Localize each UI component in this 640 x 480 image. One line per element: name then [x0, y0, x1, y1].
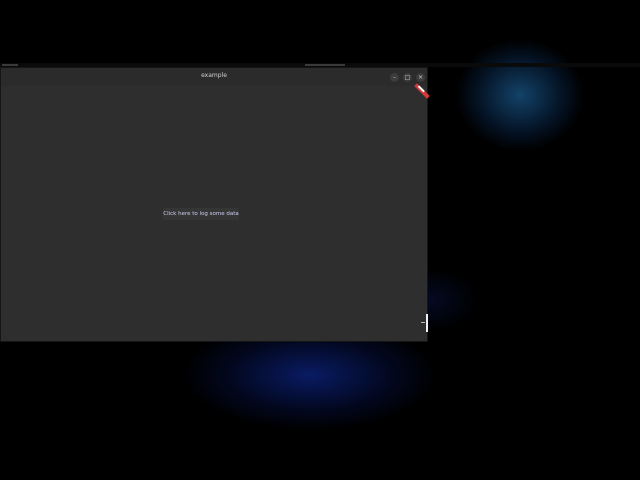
resize-handle[interactable] [421, 314, 429, 332]
log-data-button[interactable]: Click here to log some data [163, 208, 239, 220]
resize-cursor-icon [426, 314, 428, 332]
resize-tick [421, 322, 425, 323]
window-titlebar[interactable]: example – □ × [1, 68, 427, 86]
window-title: example [201, 72, 227, 79]
panel-left-indicator [2, 64, 18, 66]
maximize-icon: □ [404, 74, 411, 81]
panel-center-indicator [305, 64, 345, 66]
window-content: Click here to log some data [1, 86, 427, 341]
minimize-icon: – [393, 74, 396, 81]
close-icon: × [417, 74, 424, 81]
maximize-button[interactable]: □ [403, 73, 412, 82]
close-button[interactable]: × [416, 73, 425, 82]
minimize-button[interactable]: – [390, 73, 399, 82]
app-window: example – □ × Click here to log some dat… [0, 67, 428, 342]
